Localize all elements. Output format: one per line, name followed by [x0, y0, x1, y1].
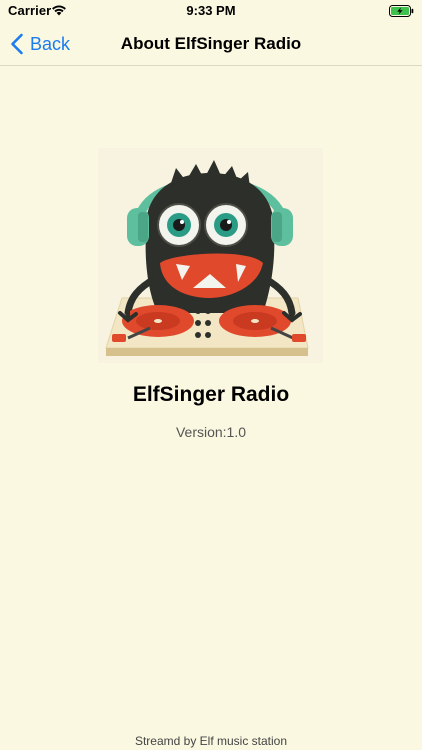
status-time: 9:33 PM [186, 3, 236, 18]
navigation-bar: Back About ElfSinger Radio [0, 22, 422, 66]
app-logo [98, 148, 323, 363]
status-bar: Carrier 9:33 PM [0, 0, 422, 22]
page-title: About ElfSinger Radio [120, 34, 302, 53]
footer-credit: Streamd by Elf music station [134, 734, 288, 748]
battery-charging-icon [389, 5, 414, 17]
monster-dj-icon [105, 160, 309, 356]
app-name: ElfSinger Radio [132, 383, 290, 406]
version-label: Version:1.0 [175, 424, 247, 440]
